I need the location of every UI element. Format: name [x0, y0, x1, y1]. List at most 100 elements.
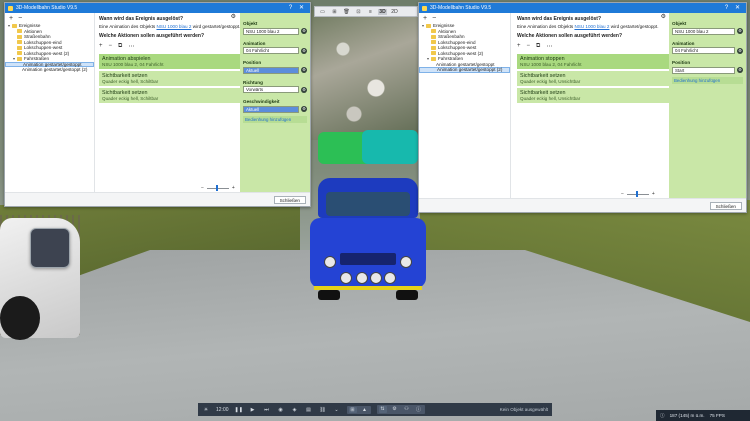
titlebar[interactable]: 3D-Modellbahn Studio V9.5 ? ✕ — [5, 3, 310, 13]
event-tree-panel: + − ▾ Ereignisse Aktionen Straßenbahn Loksch… — [419, 13, 511, 198]
position-select[interactable]: Aktuell — [243, 66, 299, 74]
sun-icon[interactable]: ☀ — [202, 407, 210, 413]
action-detail: NSU 1000 blau 2, 04 Fahrlicht — [102, 61, 164, 67]
tree-item[interactable]: Animation gestartet/gestoppt (2) — [5, 67, 94, 73]
object-link[interactable]: NSU 1000 blau 2 — [156, 24, 191, 29]
action-item[interactable]: Animation stoppen NSU 1000 blau 2, 04 Fah… — [517, 53, 669, 69]
more-icon[interactable]: ⋯ — [546, 43, 552, 50]
gear-icon[interactable]: ⚙ — [231, 13, 236, 20]
grid-icon[interactable]: ⊞ — [330, 9, 339, 15]
add-control-link[interactable]: Bedienhung hinzufügen — [672, 76, 743, 84]
action-item[interactable]: Sichtbarkeit setzen Quader eckig hell, Un… — [517, 87, 669, 103]
tree-item-label: Lokschuppen-eind — [24, 39, 62, 45]
add-action-icon[interactable]: + — [99, 43, 103, 50]
zoom-slider[interactable]: − + — [621, 191, 655, 197]
settings-icon[interactable]: ⚙ — [737, 67, 743, 73]
info-icon[interactable]: ⓘ — [415, 406, 423, 413]
close-button[interactable]: Schließen — [273, 196, 306, 204]
landscape-icon[interactable]: ▲ — [361, 407, 369, 413]
trash-icon[interactable]: 🗑 — [342, 9, 351, 15]
car-headlamp — [324, 256, 336, 268]
gear-icon[interactable]: ⚙ — [661, 13, 666, 20]
position-select[interactable]: Start — [672, 66, 735, 74]
event-tree: ▾ Ereignisse Aktionen Straßenbahn Lokschuppe… — [419, 23, 510, 73]
question-actions: Welche Aktionen sollen ausgeführt werden… — [517, 32, 623, 39]
map-icon[interactable]: ⊡ — [354, 9, 363, 15]
action-item[interactable]: Sichtbarkeit setzen Quader eckig hell, Un… — [517, 70, 669, 86]
window-title: 3D-Modellbahn Studio V9.5 — [16, 5, 78, 11]
teal-car-model[interactable] — [362, 130, 418, 164]
remove-action-icon[interactable]: − — [109, 43, 113, 50]
view-2d-button[interactable]: 2D — [390, 9, 399, 15]
objekt-field[interactable]: NSU 1000 blau 2 — [243, 27, 299, 35]
geschwindigkeit-select[interactable]: Aktuell — [243, 105, 299, 113]
help-icon[interactable]: ? — [285, 3, 296, 13]
richtung-select[interactable]: Vorwärts — [243, 86, 299, 93]
tree-item-label: Straßenbahn — [24, 34, 51, 40]
folder-icon[interactable]: ▭ — [318, 9, 327, 15]
copy-action-icon[interactable]: ⧉ — [536, 43, 540, 50]
view-3d-button[interactable]: 3D — [378, 8, 387, 15]
zoom-in-icon[interactable]: + — [652, 191, 655, 197]
settings-icon[interactable]: ⚙ — [301, 67, 307, 73]
settings-icon[interactable]: ⚙ — [301, 106, 307, 112]
help-icon[interactable]: ? — [721, 3, 732, 13]
zoom-thumb[interactable] — [215, 185, 218, 191]
tree-item-label: Ereignisse — [433, 23, 455, 29]
settings-icon[interactable]: ⚙ — [391, 406, 399, 413]
settings-icon[interactable]: ⚙ — [301, 47, 307, 54]
objekt-field[interactable]: NSU 1000 blau 2 — [672, 27, 735, 35]
object-link[interactable]: NSU 1000 blau 2 — [574, 24, 609, 29]
time-display[interactable]: 12:00 — [216, 407, 229, 413]
zoom-out-icon[interactable]: − — [621, 191, 624, 197]
zoom-out-icon[interactable]: − — [201, 185, 204, 191]
remove-icon[interactable]: − — [18, 15, 22, 22]
add-icon[interactable]: + — [423, 15, 427, 22]
camera-icon[interactable]: ◉ — [277, 407, 285, 413]
add-action-icon[interactable]: + — [517, 43, 521, 50]
zoom-in-icon[interactable]: + — [232, 185, 235, 191]
animation-select[interactable]: 04 Fahrlicht — [243, 47, 299, 54]
copy-action-icon[interactable]: ⧉ — [118, 43, 122, 50]
settings-icon[interactable]: ⚙ — [301, 28, 307, 34]
add-icon[interactable]: + — [9, 15, 13, 22]
signal-icon[interactable]: ⛓ — [319, 407, 327, 413]
zoom-track[interactable] — [206, 185, 229, 191]
pause-icon[interactable]: ❚❚ — [235, 407, 243, 413]
tree-item[interactable]: Animation gestartet/gestoppt (2) — [419, 67, 510, 73]
remove-icon[interactable]: − — [432, 15, 436, 22]
layers-icon[interactable]: ≡ — [366, 9, 375, 15]
zoom-slider[interactable]: − + — [201, 185, 235, 191]
layers-icon[interactable]: ◈ — [291, 407, 299, 413]
settings-icon[interactable]: ⚙ — [737, 28, 743, 34]
folder-icon — [431, 29, 436, 34]
add-control-link[interactable]: Bedienhung hinzufügen — [243, 115, 307, 123]
close-button[interactable]: Schließen — [709, 202, 742, 210]
remove-action-icon[interactable]: − — [527, 43, 531, 50]
tune-icon[interactable]: ⇅ — [378, 406, 387, 413]
zoom-track[interactable] — [626, 191, 649, 197]
close-icon[interactable]: ✕ — [296, 3, 307, 13]
grid-view-icon[interactable]: ⊞ — [348, 406, 357, 413]
titlebar[interactable]: 3D-Modellbahn Studio V9.5 ? ✕ — [419, 3, 746, 13]
fast-forward-icon[interactable]: ⏭ — [263, 407, 271, 413]
blue-car-model-nsu[interactable] — [310, 178, 426, 300]
action-item[interactable]: Sichtbarkeit setzen Quader eckig hell, Sc… — [99, 70, 241, 86]
action-item[interactable]: Animation abspielen NSU 1000 blau 2, 04 F… — [99, 53, 241, 69]
event-details: Wann wird das Ereignis ausgelöst? Eine A… — [517, 13, 669, 198]
settings-icon[interactable]: ⚙ — [301, 86, 307, 93]
white-car-model[interactable] — [0, 218, 80, 340]
zoom-thumb[interactable] — [635, 191, 638, 197]
folder-icon — [426, 23, 431, 28]
view-toolbar: ▭ ⊞ 🗑 ⊡ ≡ 3D 2D — [314, 6, 418, 17]
chevron-down-icon[interactable]: ⌄ — [333, 407, 341, 413]
play-icon[interactable]: ▶ — [249, 407, 257, 413]
graph-icon[interactable]: ⚇ — [403, 406, 411, 413]
close-icon[interactable]: ✕ — [732, 3, 743, 13]
animation-select[interactable]: 04 Fahrlicht — [672, 47, 735, 54]
settings-icon[interactable]: ⚙ — [737, 47, 743, 54]
action-item[interactable]: Sichtbarkeit setzen Quader eckig hell, Sc… — [99, 87, 241, 103]
more-icon[interactable]: ⋯ — [128, 43, 134, 50]
track-icon[interactable]: ▤ — [305, 407, 313, 413]
tree-toolbar: + − — [419, 13, 510, 23]
